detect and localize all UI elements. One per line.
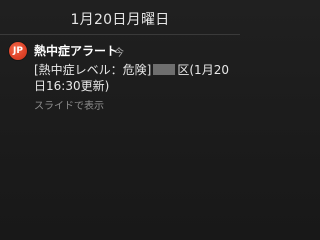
notification-card[interactable]: JP 熱中症アラート 今 [熱中症レベル：危険] 区(1月20日16:30更新) …: [0, 35, 240, 112]
message-prefix: [熱中症レベル：危険]: [34, 63, 152, 77]
redacted-block: [153, 64, 176, 75]
app-logo-icon: JP: [9, 42, 27, 60]
app-name: 熱中症アラート: [34, 44, 119, 58]
slide-to-view-hint[interactable]: スライドで表示: [34, 97, 104, 112]
notification-message: [熱中症レベル：危険] 区(1月20日16:30更新): [34, 62, 234, 94]
app-logo-glyph: JP: [13, 46, 23, 56]
notification-time: 今: [114, 48, 124, 59]
lock-screen-date: 1月20日月曜日: [70, 12, 170, 28]
